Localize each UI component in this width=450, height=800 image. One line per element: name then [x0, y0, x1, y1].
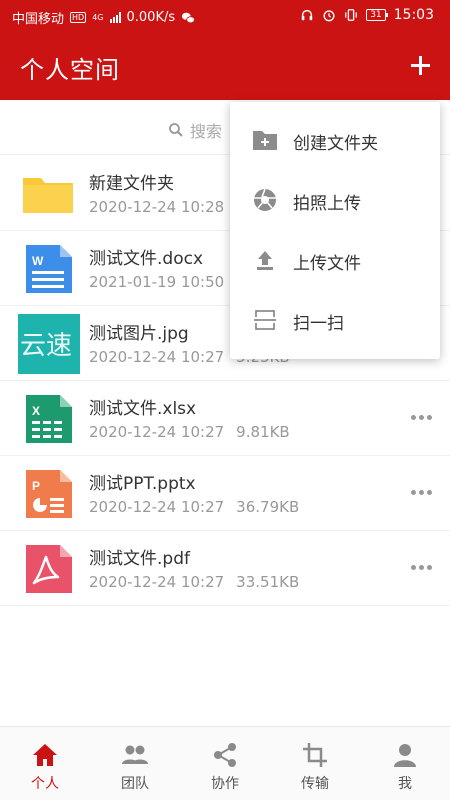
- file-name: 测试文件.xlsx: [89, 399, 197, 419]
- alarm-icon: [323, 10, 335, 22]
- tab-collab[interactable]: 协作: [180, 727, 270, 800]
- tab-label: 团队: [121, 776, 149, 792]
- svg-text:W: W: [32, 254, 44, 268]
- file-row-xlsx[interactable]: X 测试文件.xlsx 2020-12-24 10:27 9.81KB: [0, 381, 450, 456]
- clock: 15:03: [393, 7, 434, 23]
- more-options-icon[interactable]: [411, 490, 432, 495]
- excel-file-icon: X: [26, 395, 72, 443]
- upload-icon: [257, 251, 273, 270]
- battery-icon: 31: [366, 9, 389, 21]
- svg-text:P: P: [32, 479, 40, 493]
- network-type: 4G: [92, 12, 104, 22]
- add-popup-menu: 创建文件夹 拍照上传 上传文件 扫一扫: [230, 102, 440, 359]
- headphones-icon: [301, 9, 313, 21]
- file-name: 测试图片.jpg: [89, 324, 189, 344]
- file-name: 测试文件.docx: [89, 249, 204, 269]
- menu-label: 上传文件: [293, 254, 361, 274]
- file-name: 测试PPT.pptx: [89, 474, 196, 494]
- file-name: 新建文件夹: [89, 174, 174, 194]
- menu-label: 拍照上传: [293, 194, 361, 214]
- bottom-nav: 个人 团队 协作 传输 我: [0, 726, 450, 800]
- menu-label: 创建文件夹: [293, 134, 378, 154]
- page-title: 个人空间: [20, 56, 120, 84]
- crop-transfer-icon: [303, 743, 327, 767]
- svg-text:X: X: [32, 404, 40, 418]
- file-row-pdf[interactable]: 测试文件.pdf 2020-12-24 10:27 33.51KB: [0, 531, 450, 606]
- word-file-icon: W: [26, 245, 72, 293]
- more-options-icon[interactable]: [411, 565, 432, 570]
- more-options-icon[interactable]: [411, 415, 432, 420]
- carrier-label: 中国移动: [12, 12, 65, 27]
- image-thumbnail: 云速: [18, 314, 80, 374]
- team-icon: [122, 745, 148, 764]
- menu-item-scan[interactable]: 扫一扫: [230, 290, 440, 350]
- signal-icon: [109, 12, 121, 23]
- file-meta: 2020-12-24 10:28: [89, 198, 225, 216]
- hd-badge: HD: [70, 12, 87, 23]
- network-speed: 0.00K/s: [126, 10, 176, 25]
- pdf-file-icon: [26, 545, 72, 593]
- file-row-pptx[interactable]: P 测试PPT.pptx 2020-12-24 10:27 36.79KB: [0, 456, 450, 531]
- home-icon: [33, 744, 57, 766]
- tab-team[interactable]: 团队: [90, 727, 180, 800]
- menu-item-camera-upload[interactable]: 拍照上传: [230, 170, 440, 230]
- menu-label: 扫一扫: [293, 314, 344, 334]
- tab-label: 传输: [301, 776, 329, 792]
- search-placeholder: 搜索: [190, 122, 223, 141]
- file-meta: 2021-01-19 10:50: [89, 273, 225, 291]
- tab-personal[interactable]: 个人: [0, 727, 90, 800]
- camera-shutter-icon: [254, 188, 276, 211]
- tab-label: 我: [398, 776, 412, 792]
- file-name: 测试文件.pdf: [89, 549, 190, 569]
- file-meta: 2020-12-24 10:27 33.51KB: [89, 573, 300, 591]
- add-plus-icon[interactable]: [405, 50, 435, 80]
- scan-icon: [254, 310, 276, 330]
- search-icon: [169, 123, 183, 137]
- person-icon: [394, 744, 416, 767]
- share-icon: [214, 743, 236, 767]
- status-bar: 中国移动 HD 4G 0.00K/s 31 15:03: [0, 0, 450, 32]
- svg-text:云速: 云速: [20, 331, 72, 361]
- file-meta: 2020-12-24 10:27 9.81KB: [89, 423, 290, 441]
- tab-me[interactable]: 我: [360, 727, 450, 800]
- tab-label: 个人: [31, 776, 59, 792]
- ppt-file-icon: P: [26, 470, 72, 518]
- menu-item-upload-file[interactable]: 上传文件: [230, 230, 440, 290]
- app-header: 中国移动 HD 4G 0.00K/s 31 15:03 个人空间: [0, 0, 450, 100]
- wechat-icon: [182, 12, 196, 23]
- file-meta: 2020-12-24 10:27 36.79KB: [89, 498, 300, 516]
- menu-item-create-folder[interactable]: 创建文件夹: [230, 110, 440, 170]
- tab-transfer[interactable]: 传输: [270, 727, 360, 800]
- tab-label: 协作: [211, 776, 239, 792]
- folder-icon: [23, 178, 73, 213]
- create-folder-icon: [253, 131, 277, 150]
- vibrate-icon: [345, 9, 358, 21]
